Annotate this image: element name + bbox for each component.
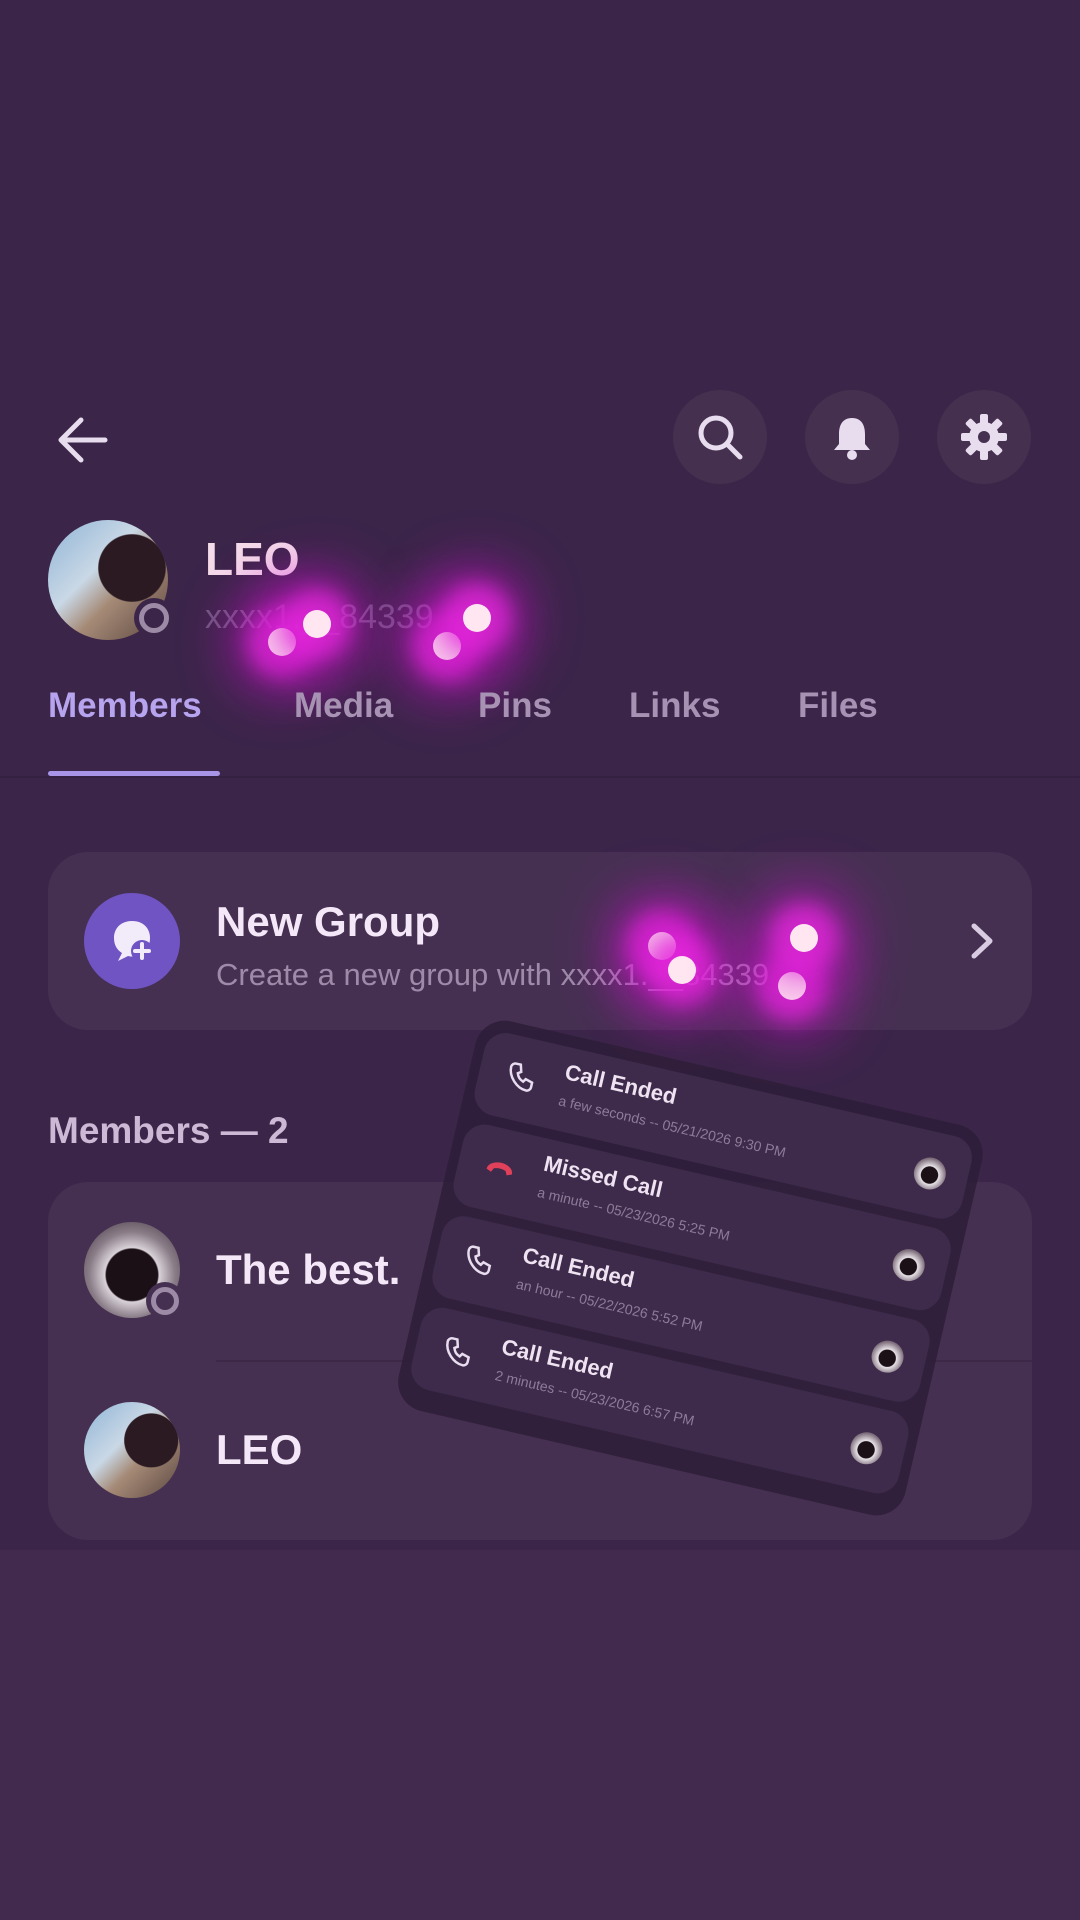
arrow-left-icon	[58, 417, 108, 463]
bottom-area	[0, 1550, 1080, 1920]
profile-header: LEO xxxx1.__84339	[48, 520, 491, 660]
avatar	[910, 1154, 950, 1193]
top-bar	[0, 390, 1080, 490]
settings-button[interactable]	[937, 390, 1031, 484]
active-tab-indicator	[48, 771, 220, 776]
phone-icon	[467, 1245, 492, 1276]
back-button[interactable]	[48, 408, 118, 472]
avatar	[847, 1429, 886, 1468]
tab-files[interactable]: Files	[798, 686, 878, 726]
notifications-button[interactable]	[805, 390, 899, 484]
chevron-right-icon	[971, 923, 993, 959]
member-name: The best.	[216, 1246, 401, 1293]
bell-icon	[834, 418, 870, 460]
redaction-overlay	[198, 580, 498, 670]
tab-pins[interactable]: Pins	[478, 686, 552, 726]
new-group-title: New Group	[216, 898, 441, 945]
profile-avatar[interactable]	[48, 520, 174, 640]
phone-icon	[509, 1062, 534, 1092]
search-button[interactable]	[673, 390, 767, 484]
tab-members[interactable]: Members	[48, 686, 202, 726]
redaction-overlay	[608, 902, 888, 1012]
status-offline-indicator	[134, 598, 174, 638]
phone-icon	[446, 1337, 471, 1367]
new-group-icon	[84, 893, 180, 989]
members-section-header: Members — 2	[48, 1110, 289, 1151]
status-offline-indicator	[146, 1282, 184, 1320]
avatar	[868, 1337, 907, 1376]
tab-bar: Members Media Pins Links Files	[0, 686, 1080, 778]
tab-links[interactable]: Links	[629, 686, 720, 726]
new-group-button[interactable]: New Group Create a new group with xxxx1.…	[48, 852, 1032, 1030]
avatar	[889, 1245, 928, 1285]
phone-hangup-icon	[486, 1162, 513, 1176]
gear-icon	[961, 414, 1007, 460]
tab-media[interactable]: Media	[294, 686, 393, 726]
avatar	[84, 1222, 184, 1320]
search-icon	[698, 415, 743, 460]
member-name: LEO	[216, 1426, 303, 1473]
profile-name: LEO	[205, 533, 300, 585]
avatar	[84, 1402, 180, 1498]
